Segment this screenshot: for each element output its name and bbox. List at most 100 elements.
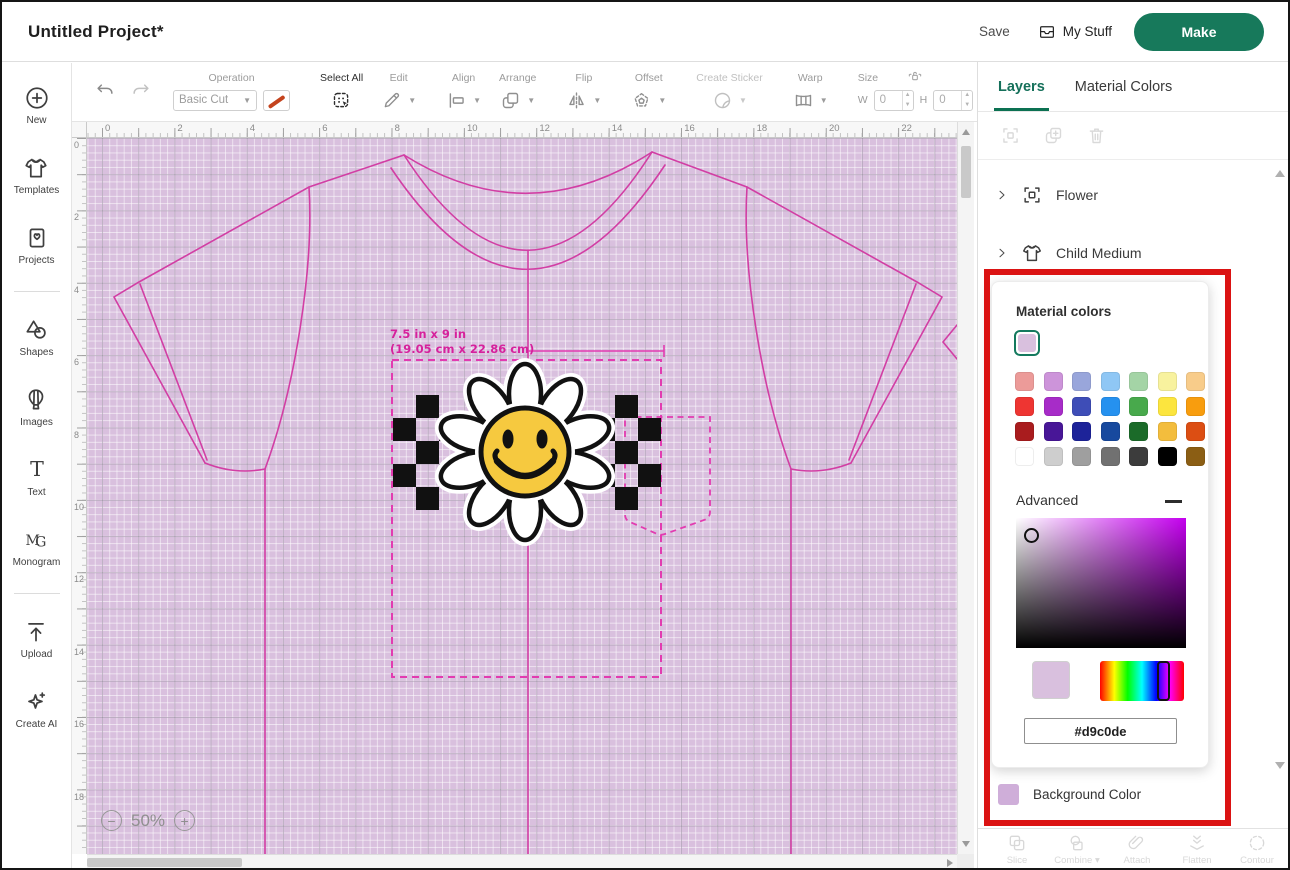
hue-slider-thumb[interactable] xyxy=(1157,661,1170,701)
color-swatch-717171[interactable] xyxy=(1101,447,1120,466)
height-stepper[interactable]: ▲▼ xyxy=(961,91,972,110)
color-swatch-1d2399[interactable] xyxy=(1072,422,1091,441)
save-button[interactable]: Save xyxy=(979,24,1010,39)
sidebar-item-images[interactable]: Images xyxy=(20,387,53,428)
color-swatch-ee3532[interactable] xyxy=(1015,397,1034,416)
selected-material-swatch[interactable] xyxy=(1014,330,1040,356)
chevron-down-icon[interactable]: ▼ xyxy=(473,96,481,105)
chevron-down-icon[interactable]: ▼ xyxy=(527,96,535,105)
color-swatch-2591ef[interactable] xyxy=(1101,397,1120,416)
background-color-swatch[interactable] xyxy=(998,784,1019,805)
height-input[interactable]: 0 ▲▼ xyxy=(933,90,973,111)
color-swatch-000000[interactable] xyxy=(1158,447,1177,466)
chevron-down-icon[interactable]: ▼ xyxy=(739,96,747,105)
color-swatch-3c3c3c[interactable] xyxy=(1129,447,1148,466)
color-swatch-3e4db7[interactable] xyxy=(1072,397,1091,416)
lock-open-icon[interactable] xyxy=(905,68,925,84)
canvas-vertical-scrollbar[interactable] xyxy=(957,122,974,854)
layer-row-child-medium[interactable]: Child Medium xyxy=(978,228,1290,278)
zoom-in-button[interactable]: + xyxy=(174,810,195,831)
delete-icon[interactable] xyxy=(1086,125,1107,146)
color-swatch-99a6db[interactable] xyxy=(1072,372,1091,391)
color-swatch-cecece[interactable] xyxy=(1044,447,1063,466)
zoom-out-button[interactable]: − xyxy=(101,810,122,831)
sidebar-item-templates[interactable]: Templates xyxy=(14,155,60,196)
slice-button[interactable]: Slice xyxy=(994,833,1040,866)
tab-layers[interactable]: Layers xyxy=(998,62,1045,111)
sidebar-item-monogram[interactable]: MGMonogram xyxy=(13,527,61,568)
layer-row-flower[interactable]: Flower xyxy=(978,170,1290,220)
align-icon[interactable] xyxy=(446,90,467,111)
select-all-icon[interactable] xyxy=(331,90,352,111)
picker-ring[interactable] xyxy=(1024,528,1039,543)
tab-material-colors[interactable]: Material Colors xyxy=(1075,62,1173,111)
sidebar-item-shapes[interactable]: Shapes xyxy=(20,317,54,358)
color-swatch-a4d4a6[interactable] xyxy=(1129,372,1148,391)
arrange-icon[interactable] xyxy=(500,90,521,111)
color-swatch-481697[interactable] xyxy=(1044,422,1063,441)
flip-icon[interactable] xyxy=(566,90,587,111)
color-swatch-cd94da[interactable] xyxy=(1044,372,1063,391)
color-swatch-a91c1e[interactable] xyxy=(1015,422,1034,441)
color-swatch-48a94c[interactable] xyxy=(1129,397,1148,416)
color-swatch-1b6b29[interactable] xyxy=(1129,422,1148,441)
linetype-color-swatch[interactable] xyxy=(263,90,290,111)
sticker-icon[interactable] xyxy=(712,90,733,111)
hscroll-thumb[interactable] xyxy=(87,858,242,867)
width-input[interactable]: 0 ▲▼ xyxy=(874,90,914,111)
operation-select[interactable]: Basic Cut▼ xyxy=(173,90,257,111)
color-swatch-f8f29e[interactable] xyxy=(1158,372,1177,391)
vscroll-thumb[interactable] xyxy=(961,146,971,198)
hex-color-input[interactable] xyxy=(1024,718,1177,744)
color-swatch-8fc7f5[interactable] xyxy=(1101,372,1120,391)
sidebar-item-text[interactable]: TText xyxy=(24,457,50,498)
flatten-button[interactable]: Flatten xyxy=(1174,833,1220,866)
chevron-down-icon[interactable]: ▼ xyxy=(408,96,416,105)
color-swatch-ec9b99[interactable] xyxy=(1015,372,1034,391)
sidebar-item-new[interactable]: New xyxy=(24,85,50,126)
chevron-down-icon[interactable]: ▼ xyxy=(820,96,828,105)
undo-icon[interactable] xyxy=(94,81,116,103)
color-swatch-f89d0e[interactable] xyxy=(1186,397,1205,416)
color-swatch-fce53e[interactable] xyxy=(1158,397,1177,416)
width-stepper[interactable]: ▲▼ xyxy=(902,91,913,110)
panel-scroll-down[interactable] xyxy=(1275,762,1285,769)
design-canvas[interactable]: 7.5 in x 9 in (19.05 cm x 22.86 cm) − 50… xyxy=(87,138,957,854)
my-stuff-button[interactable]: My Stuff xyxy=(1038,23,1112,41)
sidebar-item-create-ai[interactable]: Create AI xyxy=(16,689,58,730)
chevron-right-icon[interactable] xyxy=(996,247,1008,259)
panel-scroll-up[interactable] xyxy=(1275,170,1285,177)
warp-icon[interactable] xyxy=(793,90,814,111)
offset-icon[interactable] xyxy=(631,90,652,111)
duplicate-icon[interactable] xyxy=(1043,125,1064,146)
color-swatch-17499e[interactable] xyxy=(1101,422,1120,441)
make-button[interactable]: Make xyxy=(1134,13,1264,51)
sidebar-item-projects[interactable]: Projects xyxy=(18,225,54,266)
chevron-down-icon[interactable]: ▼ xyxy=(658,96,666,105)
color-swatch-9f9f9f[interactable] xyxy=(1072,447,1091,466)
scroll-right-arrow[interactable] xyxy=(947,859,953,867)
collapse-icon[interactable] xyxy=(1165,500,1182,503)
sidebar-item-upload[interactable]: Upload xyxy=(21,619,53,660)
create-sticker-label: Create Sticker xyxy=(696,72,763,84)
scroll-up-arrow[interactable] xyxy=(962,129,970,135)
group-icon[interactable] xyxy=(1000,125,1021,146)
contour-button[interactable]: Contour xyxy=(1234,833,1280,866)
color-swatch-ffffff[interactable] xyxy=(1015,447,1034,466)
redo-icon[interactable] xyxy=(130,81,152,103)
chevron-right-icon[interactable] xyxy=(996,189,1008,201)
color-swatch-f3bd3d[interactable] xyxy=(1158,422,1177,441)
color-swatch-f8cc8a[interactable] xyxy=(1186,372,1205,391)
pencil-icon[interactable] xyxy=(381,90,402,111)
combine-button[interactable]: Combine ▾ xyxy=(1054,833,1100,866)
scroll-down-arrow[interactable] xyxy=(962,841,970,847)
color-swatch-8b5e14[interactable] xyxy=(1186,447,1205,466)
color-swatch-dc4e13[interactable] xyxy=(1186,422,1205,441)
background-color-row[interactable]: Background Color xyxy=(998,784,1141,805)
attach-button[interactable]: Attach xyxy=(1114,833,1160,866)
saturation-brightness-picker[interactable] xyxy=(1016,518,1186,648)
canvas-horizontal-scrollbar[interactable] xyxy=(87,854,957,870)
hue-slider[interactable] xyxy=(1100,661,1184,701)
chevron-down-icon[interactable]: ▼ xyxy=(593,96,601,105)
color-swatch-a72cc8[interactable] xyxy=(1044,397,1063,416)
